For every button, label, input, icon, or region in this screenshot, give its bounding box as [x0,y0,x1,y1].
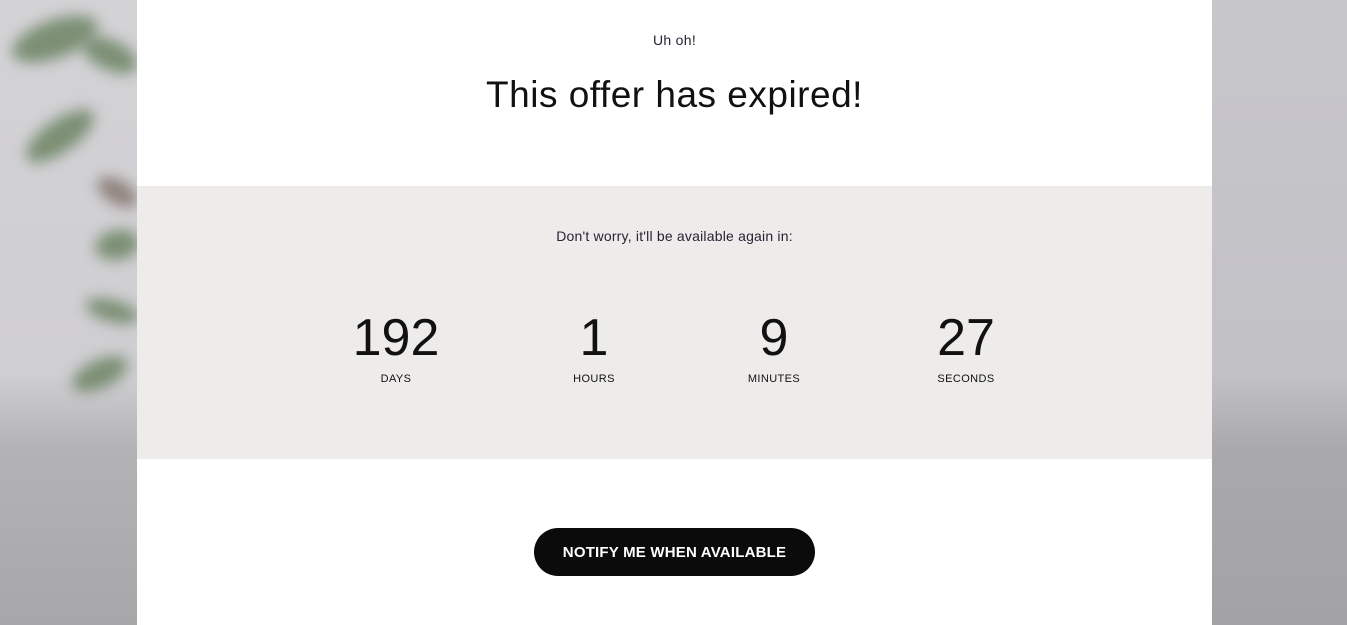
background-left-panel [0,0,144,625]
countdown-panel: Don't worry, it'll be available again in… [137,186,1212,459]
countdown-minutes: 9 MINUTES [694,310,854,385]
countdown-subtitle: Don't worry, it'll be available again in… [556,228,793,244]
offer-card: Uh oh! This offer has expired! Don't wor… [137,0,1212,625]
countdown-minutes-value: 9 [759,309,789,367]
countdown-days-label: DAYS [380,373,412,385]
eyebrow-text: Uh oh! [652,32,697,48]
countdown-minutes-label: MINUTES [747,373,801,385]
page-title: This offer has expired! [486,74,863,115]
notify-me-button[interactable]: NOTIFY ME WHEN AVAILABLE [534,528,815,576]
countdown-seconds-value: 27 [937,309,995,367]
countdown-days: 192 DAYS [316,310,476,385]
plant-leaf-decoration [18,99,102,173]
countdown-days-value: 192 [352,309,440,367]
countdown-hours-value: 1 [579,309,609,367]
countdown-seconds: 27 SECONDS [886,310,1046,385]
background-right-panel [1212,0,1347,625]
countdown-hours-label: HOURS [573,373,615,385]
plant-leaf-decoration [92,226,143,264]
countdown-hours: 1 HOURS [514,310,674,385]
expired-header: Uh oh! This offer has expired! [137,0,1212,186]
plant-leaf-decoration [83,293,142,329]
cta-section: NOTIFY ME WHEN AVAILABLE [137,459,1212,625]
plant-leaf-decoration [92,170,143,214]
countdown-seconds-label: SECONDS [937,373,995,385]
plant-leaf-decoration [66,348,134,400]
